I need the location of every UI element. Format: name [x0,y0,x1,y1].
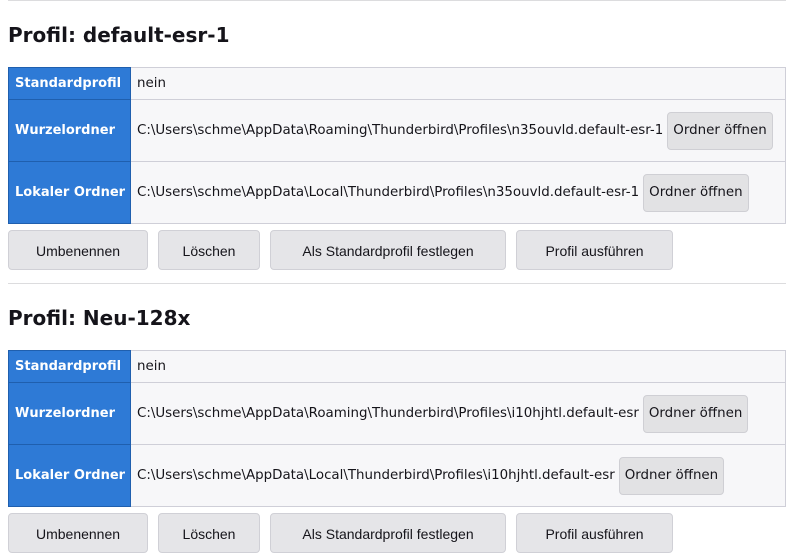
open-local-folder-button[interactable]: Ordner öffnen [643,173,749,212]
default-profile-row: Standardprofil nein [8,350,786,383]
open-local-folder-button[interactable]: Ordner öffnen [618,456,725,495]
default-profile-value: nein [130,67,786,100]
run-profile-button[interactable]: Profil ausführen [516,513,673,553]
root-folder-label: Wurzelordner [8,382,131,445]
root-folder-row: Wurzelordner C:\Users\schme\AppData\Roam… [8,99,786,162]
profile-info-table: Standardprofil nein Wurzelordner C:\User… [8,350,786,507]
section-divider [8,0,786,1]
local-folder-row: Lokaler Ordner C:\Users\schme\AppData\Lo… [8,444,786,507]
open-root-folder-button[interactable]: Ordner öffnen [667,111,773,150]
default-profile-value: nein [130,350,786,383]
root-folder-label: Wurzelordner [8,99,131,162]
open-root-folder-button[interactable]: Ordner öffnen [642,394,749,433]
root-folder-row: Wurzelordner C:\Users\schme\AppData\Roam… [8,382,786,445]
profile-info-table: Standardprofil nein Wurzelordner C:\User… [8,67,786,224]
local-folder-row: Lokaler Ordner C:\Users\schme\AppData\Lo… [8,161,786,224]
run-profile-button[interactable]: Profil ausführen [516,230,673,270]
delete-button[interactable]: Löschen [158,230,260,270]
root-folder-cell: C:\Users\schme\AppData\Roaming\Thunderbi… [130,99,786,162]
rename-button[interactable]: Umbenennen [8,513,148,553]
local-folder-path: C:\Users\schme\AppData\Local\Thunderbird… [137,185,640,200]
rename-button[interactable]: Umbenennen [8,230,148,270]
default-profile-label: Standardprofil [8,67,131,100]
delete-button[interactable]: Löschen [158,513,260,553]
default-profile-label: Standardprofil [8,350,131,383]
local-folder-label: Lokaler Ordner [8,444,131,507]
section-divider [8,283,786,284]
root-folder-cell: C:\Users\schme\AppData\Roaming\Thunderbi… [130,382,786,445]
profile-title: Profil: default-esr-1 [8,23,230,47]
local-folder-path: C:\Users\schme\AppData\Local\Thunderbird… [137,468,615,483]
profile-title: Profil: Neu-128x [8,306,191,330]
local-folder-cell: C:\Users\schme\AppData\Local\Thunderbird… [130,161,786,224]
default-profile-row: Standardprofil nein [8,67,786,100]
local-folder-cell: C:\Users\schme\AppData\Local\Thunderbird… [130,444,786,507]
local-folder-label: Lokaler Ordner [8,161,131,224]
set-default-profile-button[interactable]: Als Standardprofil festlegen [270,513,506,553]
set-default-profile-button[interactable]: Als Standardprofil festlegen [270,230,506,270]
root-folder-path: C:\Users\schme\AppData\Roaming\Thunderbi… [137,123,664,138]
root-folder-path: C:\Users\schme\AppData\Roaming\Thunderbi… [137,406,639,421]
